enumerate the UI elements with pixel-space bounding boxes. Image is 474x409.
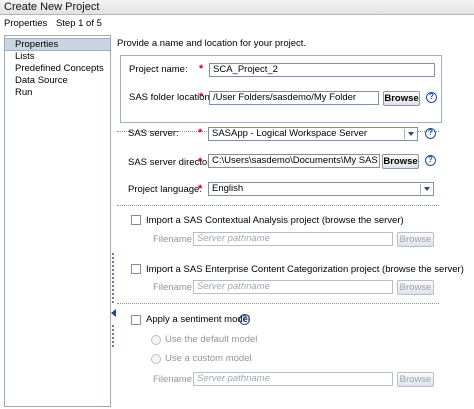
contextual-browse-button[interactable]: Browse [397, 232, 434, 247]
required-marker: * [198, 156, 203, 168]
nav-item-lists[interactable]: Lists [5, 51, 110, 63]
combo-separator [420, 184, 421, 194]
import-contextual-checkbox[interactable] [131, 215, 141, 225]
nav-item-data-source[interactable]: Data Source [5, 75, 110, 87]
filename-label: Filename: [153, 234, 195, 245]
project-language-label: Project language: [128, 184, 202, 195]
chevron-down-icon[interactable] [408, 132, 414, 136]
custom-model-radio[interactable] [151, 354, 161, 364]
window-title: Create New Project [0, 0, 474, 15]
step-progress: Step 1 of 5 [55, 18, 102, 29]
collapse-left-icon[interactable] [111, 309, 116, 317]
sentiment-checkbox[interactable] [131, 315, 141, 325]
section-divider [117, 303, 439, 304]
sas-folder-browse-button[interactable]: Browse [383, 91, 420, 106]
required-marker: * [198, 183, 203, 195]
import-ecc-checkbox[interactable] [131, 264, 141, 274]
required-marker: * [198, 127, 203, 139]
step-name: Properties [4, 18, 48, 29]
import-contextual-label: Import a SAS Contextual Analysis project… [146, 215, 404, 226]
filename-label: Filename: [153, 282, 195, 293]
sentiment-label: Apply a sentiment model [146, 314, 251, 325]
project-name-label: Project name: [129, 64, 188, 75]
required-marker: * [199, 63, 204, 75]
splitter-grip-bottom [112, 325, 114, 347]
sas-folder-input[interactable]: /User Folders/sasdemo/My Folder [209, 91, 379, 105]
sas-server-value: SASApp - Logical Workspace Server [212, 128, 368, 139]
main-panel: Provide a name and location for your pro… [117, 33, 474, 409]
splitter-grip-top [112, 253, 114, 303]
help-icon[interactable]: ? [239, 314, 250, 325]
sas-server-select[interactable]: SASApp - Logical Workspace Server [208, 127, 418, 141]
project-language-select[interactable]: English [208, 182, 434, 196]
project-language-value: English [212, 183, 244, 194]
combo-separator [404, 129, 405, 139]
nav-item-predefined-concepts[interactable]: Predefined Concepts [5, 63, 110, 75]
help-icon[interactable]: ? [425, 155, 436, 166]
default-model-radio[interactable] [151, 335, 161, 345]
project-name-input[interactable]: SCA_Project_2 [209, 63, 435, 77]
wizard-nav: Properties Lists Predefined Concepts Dat… [4, 35, 111, 407]
required-marker: * [199, 91, 204, 103]
ecc-filename-input[interactable]: Server pathname [193, 280, 393, 294]
chevron-down-icon[interactable] [424, 187, 430, 191]
nav-item-run[interactable]: Run [5, 87, 110, 99]
ecc-browse-button[interactable]: Browse [397, 280, 434, 295]
filename-label: Filename: [153, 374, 195, 385]
server-directory-label: SAS server directory: [128, 157, 218, 168]
intro-text: Provide a name and location for your pro… [117, 38, 307, 49]
sas-server-label: SAS server: [128, 128, 179, 139]
contextual-filename-input[interactable]: Server pathname [193, 232, 393, 246]
help-icon[interactable]: ? [426, 92, 437, 103]
nav-item-properties[interactable]: Properties [5, 38, 110, 51]
sentiment-filename-input[interactable]: Server pathname [193, 372, 393, 386]
custom-model-label: Use a custom model [165, 353, 252, 364]
step-bar: Properties Step 1 of 5 [0, 15, 474, 33]
panel-splitter[interactable] [111, 35, 116, 407]
import-ecc-label: Import a SAS Enterprise Content Categori… [146, 264, 464, 275]
default-model-label: Use the default model [165, 334, 258, 345]
server-directory-browse-button[interactable]: Browse [382, 154, 419, 169]
project-name-group: Project name: * SCA_Project_2 SAS folder… [120, 55, 442, 123]
server-directory-input[interactable]: C:\Users\sasdemo\Documents\My SAS Files\… [208, 154, 380, 168]
section-divider [117, 205, 439, 206]
sentiment-browse-button[interactable]: Browse [397, 372, 434, 387]
help-icon[interactable]: ? [425, 128, 436, 139]
